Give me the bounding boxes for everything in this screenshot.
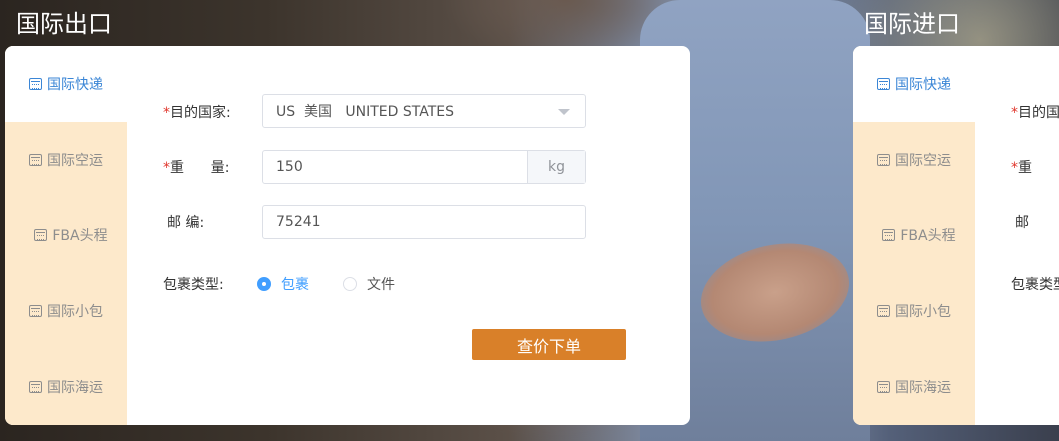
import-tab-express[interactable]: 国际快递 (853, 46, 975, 122)
radio-unchecked-icon (343, 277, 357, 291)
quote-order-button[interactable]: 查价下单 (472, 329, 626, 360)
weight-label: *重 量: (163, 160, 230, 176)
export-tab-air-freight[interactable]: 国际空运 (5, 122, 127, 198)
calendar-icon (877, 153, 890, 166)
tab-label: 国际快递 (47, 76, 103, 93)
export-tab-small-parcel[interactable]: 国际小包 (5, 273, 127, 349)
export-side-tabs: 国际快递 国际空运 FBA头程 国际小包 国际海运 (5, 46, 127, 425)
calendar-icon (877, 381, 890, 394)
tab-label: 国际小包 (895, 304, 951, 321)
import-tab-air-freight[interactable]: 国际空运 (853, 122, 975, 198)
import-tab-fba[interactable]: FBA头程 (853, 198, 975, 274)
calendar-icon (29, 381, 42, 394)
import-section-title: 国际进口 (864, 10, 960, 38)
required-mark: * (1011, 160, 1018, 176)
chevron-down-icon[interactable] (558, 109, 570, 115)
weight-unit: kg (527, 151, 585, 183)
calendar-icon (877, 77, 890, 90)
import-weight-label: *重 (1011, 160, 1032, 176)
tab-label: FBA头程 (52, 228, 108, 245)
calendar-icon (882, 229, 896, 242)
tab-label: FBA头程 (900, 228, 956, 245)
tab-label: 国际海运 (47, 380, 103, 397)
import-panel: 国际快递 国际空运 FBA头程 国际小包 国际海运 *目的国 *重 邮 包裹类型 (853, 46, 1059, 425)
tab-label: 国际空运 (47, 152, 103, 169)
export-tab-express[interactable]: 国际快递 (5, 46, 127, 122)
radio-label: 包裹 (281, 277, 309, 293)
tab-label: 国际海运 (895, 380, 951, 397)
required-mark: * (1011, 105, 1018, 121)
radio-label: 文件 (367, 277, 395, 293)
import-tab-sea-freight[interactable]: 国际海运 (853, 349, 975, 425)
export-panel: 国际快递 国际空运 FBA头程 国际小包 国际海运 *目的国家: US 美国 U… (5, 46, 690, 425)
calendar-icon (29, 305, 42, 318)
import-side-tabs: 国际快递 国际空运 FBA头程 国际小包 国际海运 (853, 46, 975, 425)
import-country-label: *目的国 (1011, 105, 1059, 121)
tab-label: 国际空运 (895, 152, 951, 169)
package-type-radio-parcel[interactable]: 包裹 (257, 274, 309, 294)
country-label: *目的国家: (163, 105, 231, 121)
import-postcode-label: 邮 (1015, 215, 1029, 231)
weight-input-value: 150 (276, 159, 303, 175)
import-tab-small-parcel[interactable]: 国际小包 (853, 273, 975, 349)
country-select[interactable]: US 美国 UNITED STATES (262, 94, 586, 128)
export-tab-fba[interactable]: FBA头程 (5, 198, 127, 274)
export-tab-sea-freight[interactable]: 国际海运 (5, 349, 127, 425)
country-select-value: US 美国 UNITED STATES (276, 104, 454, 120)
postcode-input-value: 75241 (276, 214, 321, 230)
package-type-radio-document[interactable]: 文件 (343, 274, 395, 294)
tab-label: 国际快递 (895, 76, 951, 93)
postcode-label: 邮 编: (167, 215, 205, 231)
calendar-icon (29, 77, 42, 90)
weight-input[interactable]: 150 kg (262, 150, 586, 184)
calendar-icon (29, 153, 42, 166)
radio-checked-icon (257, 277, 271, 291)
required-mark: * (163, 160, 170, 176)
tab-label: 国际小包 (47, 304, 103, 321)
package-type-label: 包裹类型: (163, 277, 224, 293)
postcode-input[interactable]: 75241 (262, 205, 586, 239)
calendar-icon (34, 229, 48, 242)
calendar-icon (877, 305, 890, 318)
export-section-title: 国际出口 (16, 10, 112, 38)
import-package-type-label: 包裹类型 (1011, 277, 1059, 293)
required-mark: * (163, 105, 170, 121)
